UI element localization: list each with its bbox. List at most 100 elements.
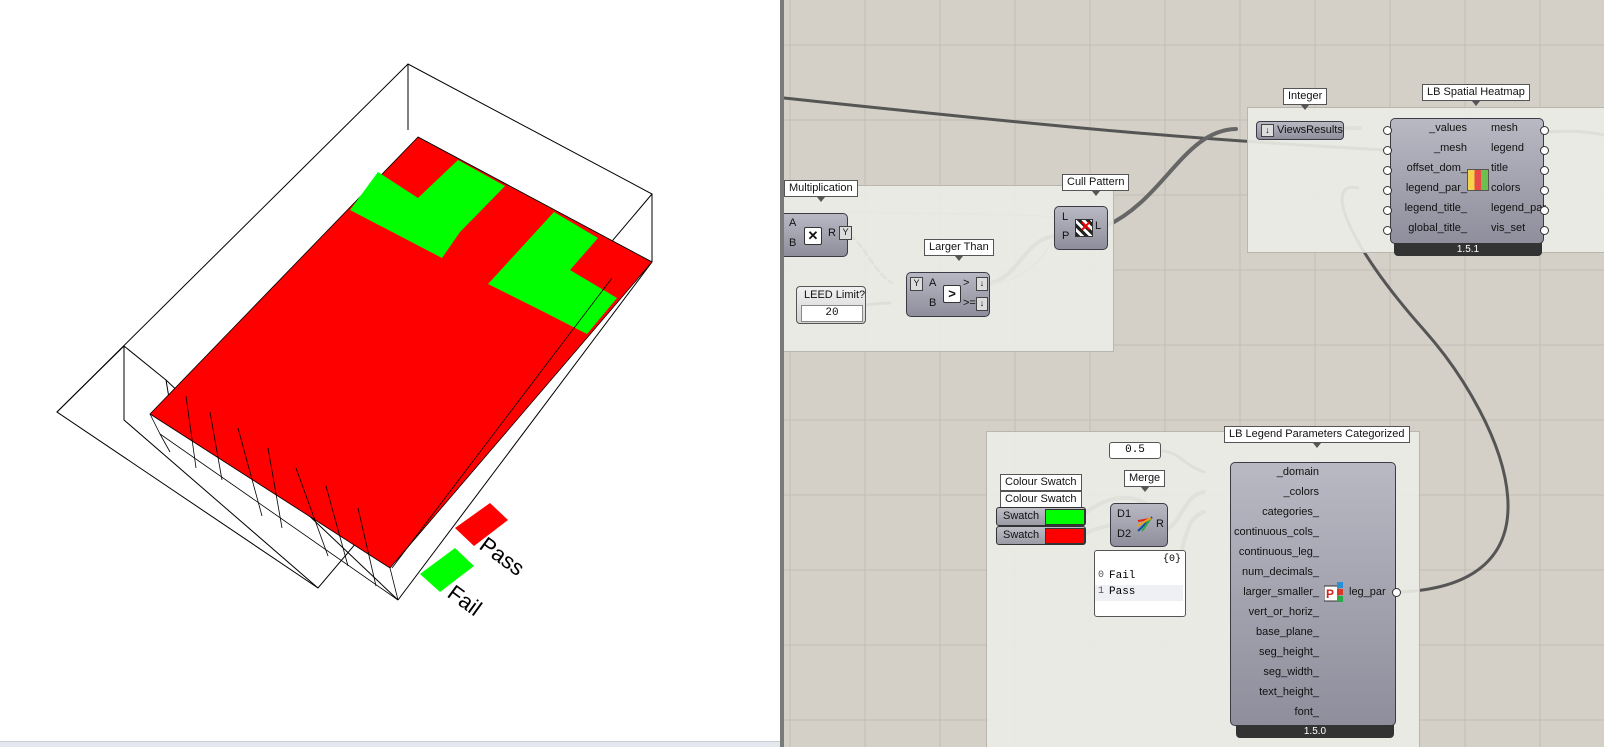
legend-param-input[interactable]: categories_: [1262, 506, 1319, 518]
leed-limit-value: 20: [825, 307, 839, 319]
heatmap-input[interactable]: _mesh: [1434, 142, 1467, 154]
flatten-down-icon: ↓: [976, 297, 988, 311]
list-item-text: Pass: [1109, 586, 1136, 598]
legend-param-input[interactable]: vert_or_horiz_: [1249, 606, 1319, 618]
legend-param-output[interactable]: leg_par: [1349, 586, 1386, 598]
larger-than-component[interactable]: Y A B > > >= ↓ ↓: [906, 272, 990, 317]
merge-icon: [1136, 515, 1154, 533]
heatmap-output[interactable]: legend: [1491, 142, 1524, 154]
multiplication-input-a[interactable]: A: [789, 217, 796, 229]
leed-limit-value-box[interactable]: 20: [801, 305, 863, 322]
legend-param-input[interactable]: continuous_cols_: [1234, 526, 1319, 538]
legend-param-input[interactable]: font_: [1295, 706, 1319, 718]
swatch-color-red[interactable]: [1045, 528, 1085, 544]
output-grip[interactable]: [1540, 146, 1549, 155]
legend-parameters-component[interactable]: _domain _colors categories_ continuous_c…: [1230, 462, 1396, 726]
larger-than-input-b[interactable]: B: [929, 297, 936, 309]
merge-label: Merge: [1124, 470, 1166, 492]
larger-than-output-ge[interactable]: >=: [963, 297, 976, 309]
heatmap-output[interactable]: colors: [1491, 182, 1520, 194]
spatial-heatmap-component[interactable]: _values _mesh offset_dom_ legend_par_ le…: [1390, 118, 1546, 244]
swatch-label: Swatch: [1003, 510, 1040, 522]
input-grip[interactable]: [1383, 146, 1392, 155]
panel-path-header: {0}: [1162, 554, 1181, 565]
graft-flag-icon: Y: [839, 226, 852, 240]
heatmap-label: LB Spatial Heatmap: [1422, 84, 1530, 106]
legend-parameters-label: LB Legend Parameters Categorized: [1224, 426, 1410, 448]
heatmap-input[interactable]: _values: [1429, 122, 1467, 134]
heatmap-input[interactable]: legend_title_: [1405, 202, 1467, 214]
list-item-index: 0: [1098, 570, 1105, 581]
output-grip[interactable]: [1540, 126, 1549, 135]
legend-param-input[interactable]: text_height_: [1259, 686, 1319, 698]
graft-flag-icon: Y: [910, 277, 923, 291]
multiplication-output-r[interactable]: R: [828, 227, 836, 239]
merge-component[interactable]: D1 D2 R: [1110, 503, 1168, 547]
colour-swatch-red[interactable]: Swatch: [996, 526, 1086, 545]
heatmap-input[interactable]: offset_dom_: [1407, 162, 1467, 174]
rhino-viewport[interactable]: Pass Fail: [0, 0, 780, 747]
input-grip[interactable]: [1383, 206, 1392, 215]
heatmap-output[interactable]: title: [1491, 162, 1508, 174]
grasshopper-canvas[interactable]: Multiplication A B ✕ R Y LEED Limit? 20 …: [784, 0, 1604, 747]
greater-than-icon: >: [943, 285, 961, 303]
cull-pattern-component[interactable]: L P ✕ L: [1054, 206, 1108, 250]
cull-pattern-output-l[interactable]: L: [1095, 220, 1101, 232]
legend-param-input[interactable]: base_plane_: [1256, 626, 1319, 638]
legend-param-input[interactable]: larger_smaller_: [1243, 586, 1319, 598]
leed-limit-label: LEED Limit?: [804, 289, 866, 301]
heatmap-output[interactable]: legend_par: [1491, 202, 1546, 214]
legend-parameters-icon: P: [1324, 582, 1344, 602]
input-grip[interactable]: [1383, 166, 1392, 175]
legend-param-input[interactable]: num_decimals_: [1242, 566, 1319, 578]
cull-pattern-input-l[interactable]: L: [1062, 211, 1068, 223]
heatmap-input[interactable]: legend_par_: [1406, 182, 1467, 194]
heatmap-output[interactable]: mesh: [1491, 122, 1518, 134]
list-item-text: Fail: [1109, 570, 1136, 582]
multiplication-input-b[interactable]: B: [789, 237, 796, 249]
output-grip[interactable]: [1392, 588, 1401, 597]
legend-param-input[interactable]: _domain: [1277, 466, 1319, 478]
down-arrow-icon: ↓: [1261, 124, 1274, 137]
output-grip[interactable]: [1540, 226, 1549, 235]
input-grip[interactable]: [1383, 126, 1392, 135]
output-grip[interactable]: [1540, 206, 1549, 215]
heatmap-icon: [1467, 169, 1489, 191]
cull-pattern-icon: ✕: [1075, 218, 1093, 237]
leed-limit-slider[interactable]: LEED Limit? 20: [796, 286, 866, 324]
multiply-icon: ✕: [804, 227, 822, 245]
colour-swatch-green[interactable]: Swatch: [996, 507, 1086, 526]
merge-input-d1[interactable]: D1: [1117, 508, 1131, 520]
output-grip[interactable]: [1540, 186, 1549, 195]
flatten-down-icon: ↓: [976, 277, 988, 291]
legend-param-input[interactable]: _colors: [1284, 486, 1319, 498]
legend-param-input[interactable]: continuous_leg_: [1239, 546, 1319, 558]
legend-parameters-version: 1.5.0: [1236, 725, 1394, 738]
input-grip[interactable]: [1383, 186, 1392, 195]
swatch-color-green[interactable]: [1045, 509, 1085, 525]
multiplication-component[interactable]: A B ✕ R Y: [784, 213, 852, 257]
legend-param-input[interactable]: seg_width_: [1263, 666, 1319, 678]
swatch-label: Swatch: [1003, 529, 1040, 541]
building-heatmap-model: Pass Fail: [56, 63, 653, 621]
colour-swatch-label: Colour Swatch: [1000, 474, 1082, 496]
list-item-index: 1: [1098, 586, 1105, 597]
merge-output-r[interactable]: R: [1156, 518, 1164, 530]
larger-than-label: Larger Than: [924, 239, 994, 261]
output-grip[interactable]: [1540, 166, 1549, 175]
cull-pattern-input-p[interactable]: P: [1062, 230, 1069, 242]
categories-panel[interactable]: {0} 0 Fail 1 Pass: [1094, 550, 1186, 617]
larger-than-output-gt[interactable]: >: [963, 277, 969, 289]
heatmap-input[interactable]: global_title_: [1408, 222, 1467, 234]
domain-value: 0.5: [1125, 444, 1145, 456]
domain-value-panel[interactable]: 0.5: [1109, 442, 1161, 459]
input-grip[interactable]: [1383, 226, 1392, 235]
heatmap-version: 1.5.1: [1394, 243, 1542, 256]
cull-pattern-label: Cull Pattern: [1062, 174, 1130, 196]
heatmap-output[interactable]: vis_set: [1491, 222, 1525, 234]
legend-param-input[interactable]: seg_height_: [1259, 646, 1319, 658]
larger-than-input-a[interactable]: A: [929, 277, 936, 289]
list-item: 0 Fail: [1095, 569, 1183, 585]
integer-param[interactable]: ↓ ViewsResults: [1256, 121, 1344, 140]
merge-input-d2[interactable]: D2: [1117, 528, 1131, 540]
